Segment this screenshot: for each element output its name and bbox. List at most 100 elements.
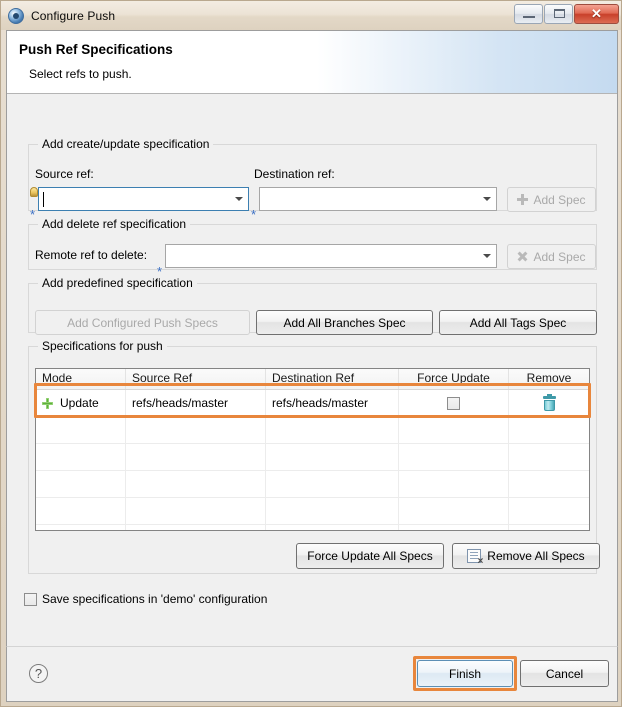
empty-cell <box>509 498 589 524</box>
dialog-client-area: Push Ref Specifications Select refs to p… <box>6 30 618 674</box>
maximize-icon <box>554 9 565 18</box>
minimize-icon <box>523 16 535 18</box>
question-mark-icon[interactable]: ? <box>29 664 48 683</box>
maximize-button[interactable] <box>544 4 573 24</box>
column-header-mode[interactable]: Mode <box>36 369 126 389</box>
close-icon: ✕ <box>591 6 602 21</box>
minimize-button[interactable] <box>514 4 543 24</box>
empty-cell <box>36 444 126 470</box>
specifications-group-title: Specifications for push <box>38 339 167 353</box>
title-bar[interactable]: Configure Push ✕ <box>1 1 621 30</box>
column-header-remove[interactable]: Remove <box>509 369 589 389</box>
predefined-group-title: Add predefined specification <box>38 276 197 290</box>
empty-cell <box>509 444 589 470</box>
destination-ref-label: Destination ref: <box>254 167 335 181</box>
cell-mode-label: Update <box>60 395 99 410</box>
cancel-button-label: Cancel <box>545 666 584 681</box>
column-header-force-update[interactable]: Force Update <box>399 369 509 389</box>
add-all-branches-spec-button[interactable]: Add All Branches Spec <box>256 310 433 335</box>
add-configured-push-specs-button[interactable]: Add Configured Push Specs <box>35 310 250 335</box>
empty-cell <box>266 444 399 470</box>
remove-all-specs-button[interactable]: Remove All Specs <box>452 543 600 569</box>
cell-destination-ref: refs/heads/master <box>266 390 399 416</box>
add-all-tags-spec-label: Add All Tags Spec <box>469 315 567 330</box>
trash-lid <box>542 393 556 399</box>
table-empty-row <box>36 471 589 498</box>
cell-remove[interactable] <box>509 390 589 416</box>
force-update-all-specs-button[interactable]: Force Update All Specs <box>296 543 444 569</box>
wizard-header: Push Ref Specifications Select refs to p… <box>7 31 617 94</box>
force-update-checkbox[interactable] <box>447 396 460 410</box>
empty-cell <box>399 525 509 530</box>
empty-cell <box>509 471 589 497</box>
add-spec-create-button[interactable]: Add Spec <box>507 187 596 212</box>
cell-source-ref: refs/heads/master <box>126 390 266 416</box>
specifications-table[interactable]: Mode Source Ref Destination Ref Force Up… <box>35 368 590 531</box>
close-button[interactable]: ✕ <box>574 4 619 24</box>
empty-cell <box>36 471 126 497</box>
text-caret <box>43 192 44 207</box>
table-empty-row <box>36 525 589 530</box>
page-title: Push Ref Specifications <box>19 42 173 57</box>
cell-force-update[interactable] <box>399 390 509 416</box>
source-ref-required-marker: * <box>30 207 36 222</box>
destination-ref-required-marker: * <box>251 207 257 222</box>
x-icon <box>517 251 528 262</box>
remove-all-specs-label: Remove All Specs <box>487 549 585 563</box>
empty-cell <box>36 525 126 530</box>
empty-cell <box>126 444 266 470</box>
empty-cell <box>126 417 266 443</box>
configure-push-dialog: Configure Push ✕ Push Ref Specifications… <box>0 0 622 707</box>
table-header-row: Mode Source Ref Destination Ref Force Up… <box>36 369 589 390</box>
chevron-down-icon[interactable] <box>479 188 496 210</box>
remote-ref-label: Remote ref to delete: <box>35 248 148 262</box>
empty-cell <box>399 444 509 470</box>
table-empty-row <box>36 417 589 444</box>
table-empty-row <box>36 444 589 471</box>
chevron-down-icon[interactable] <box>231 188 248 210</box>
gear-disc-icon <box>8 7 24 24</box>
add-spec-create-label: Add Spec <box>533 192 586 207</box>
delete-ref-group-title: Add delete ref specification <box>38 217 191 231</box>
empty-cell <box>509 525 589 530</box>
add-spec-delete-button[interactable]: Add Spec <box>507 244 596 269</box>
trash-can <box>543 399 555 411</box>
empty-cell <box>509 417 589 443</box>
empty-cell <box>126 471 266 497</box>
empty-cell <box>266 498 399 524</box>
chevron-down-icon[interactable] <box>479 245 496 267</box>
empty-cell <box>36 498 126 524</box>
finish-button[interactable]: Finish <box>417 660 513 687</box>
save-specifications-checkbox[interactable] <box>24 592 37 606</box>
window-controls: ✕ <box>513 4 619 24</box>
add-all-tags-spec-button[interactable]: Add All Tags Spec <box>439 310 597 335</box>
empty-cell <box>399 498 509 524</box>
table-empty-row <box>36 498 589 525</box>
finish-button-label: Finish <box>448 666 481 681</box>
content-assist-hint-icon <box>30 187 38 197</box>
destination-ref-combo[interactable] <box>259 187 497 211</box>
add-configured-push-specs-label: Add Configured Push Specs <box>67 315 218 330</box>
table-row[interactable]: Update refs/heads/master refs/heads/mast… <box>36 390 589 417</box>
document-x-icon <box>467 549 483 567</box>
empty-cell <box>399 417 509 443</box>
force-update-all-specs-label: Force Update All Specs <box>307 549 433 563</box>
column-header-source-ref[interactable]: Source Ref <box>126 369 266 389</box>
save-specifications-label: Save specifications in 'demo' configurat… <box>42 592 268 606</box>
empty-cell <box>36 417 126 443</box>
empty-cell <box>266 525 399 530</box>
source-ref-combo[interactable] <box>38 187 249 211</box>
page-subtitle: Select refs to push. <box>29 67 132 81</box>
plus-icon <box>517 194 529 205</box>
save-specifications-row[interactable]: Save specifications in 'demo' configurat… <box>24 592 267 606</box>
cancel-button[interactable]: Cancel <box>520 660 609 687</box>
column-header-destination-ref[interactable]: Destination Ref <box>266 369 399 389</box>
cell-mode: Update <box>36 390 126 416</box>
empty-cell <box>126 498 266 524</box>
plus-icon <box>42 397 53 409</box>
trash-icon[interactable] <box>542 393 556 411</box>
source-ref-label: Source ref: <box>35 167 94 181</box>
add-all-branches-spec-label: Add All Branches Spec <box>283 315 406 330</box>
empty-cell <box>399 471 509 497</box>
remote-ref-combo[interactable] <box>165 244 497 268</box>
